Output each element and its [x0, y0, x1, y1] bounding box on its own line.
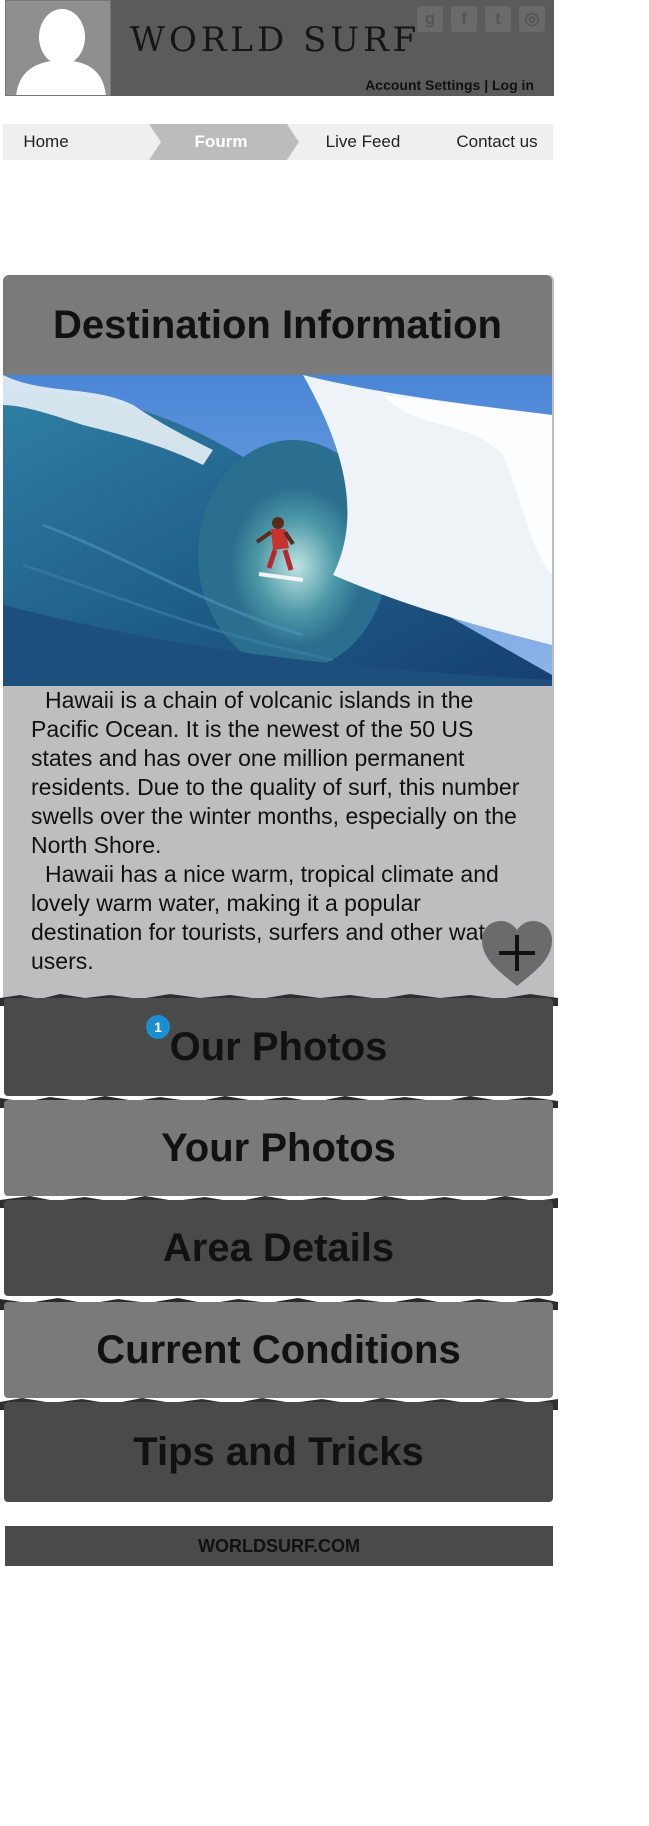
current-conditions-label: Current Conditions — [96, 1327, 461, 1372]
nav-contact-us[interactable]: Contact us — [427, 124, 553, 160]
nav-forum[interactable]: Fourm — [149, 124, 299, 160]
our-photos-button[interactable]: Our Photos — [4, 998, 553, 1096]
our-photos-label: Our Photos — [169, 1024, 388, 1069]
heart-plus-icon — [482, 921, 552, 986]
destination-header: Destination Information — [3, 275, 552, 375]
tips-and-tricks-label: Tips and Tricks — [133, 1429, 424, 1474]
area-details-label: Area Details — [162, 1225, 395, 1270]
avatar[interactable] — [5, 0, 111, 96]
site-logo[interactable]: WORLD SURF — [130, 20, 420, 60]
nav-home-label: Home — [23, 132, 69, 151]
description-paragraph: Hawaii is a chain of volcanic islands in… — [31, 687, 520, 858]
social-links: g f t ◎ — [417, 6, 545, 32]
instagram-icon[interactable]: ◎ — [519, 6, 545, 32]
footer-site-link[interactable]: WORLDSURF.COM — [198, 1536, 360, 1557]
nav-home[interactable]: Home — [3, 124, 163, 160]
description-paragraph: Hawaii has a nice warm, tropical climate… — [31, 861, 506, 974]
site-footer: WORLDSURF.COM — [5, 1526, 553, 1566]
tips-and-tricks-button[interactable]: Tips and Tricks — [4, 1402, 553, 1502]
separator: | — [484, 77, 489, 93]
log-in-link[interactable]: Log in — [492, 77, 534, 93]
notification-badge: 1 — [146, 1015, 170, 1039]
main-nav: Home Fourm Live Feed Contact us — [3, 124, 553, 160]
user-silhouette-icon — [16, 9, 106, 95]
destination-description: Hawaii is a chain of volcanic islands in… — [31, 686, 531, 976]
twitter-icon[interactable]: t — [485, 6, 511, 32]
destination-title: Destination Information — [53, 302, 502, 347]
add-favorite-button[interactable] — [480, 920, 554, 988]
your-photos-label: Your Photos — [161, 1125, 396, 1170]
surf-photo — [3, 375, 552, 686]
your-photos-button[interactable]: Your Photos — [4, 1100, 553, 1196]
google-icon[interactable]: g — [417, 6, 443, 32]
nav-forum-label: Fourm — [194, 132, 248, 151]
current-conditions-button[interactable]: Current Conditions — [4, 1302, 553, 1398]
facebook-icon[interactable]: f — [451, 6, 477, 32]
nav-live-feed[interactable]: Live Feed — [287, 124, 439, 160]
nav-live-feed-label: Live Feed — [325, 132, 401, 151]
wave-image — [3, 375, 552, 686]
account-settings-link[interactable]: Account Settings — [365, 77, 480, 93]
account-links: Account Settings | Log in — [365, 77, 534, 93]
nav-contact-us-label: Contact us — [456, 132, 538, 151]
area-details-button[interactable]: Area Details — [4, 1200, 553, 1296]
